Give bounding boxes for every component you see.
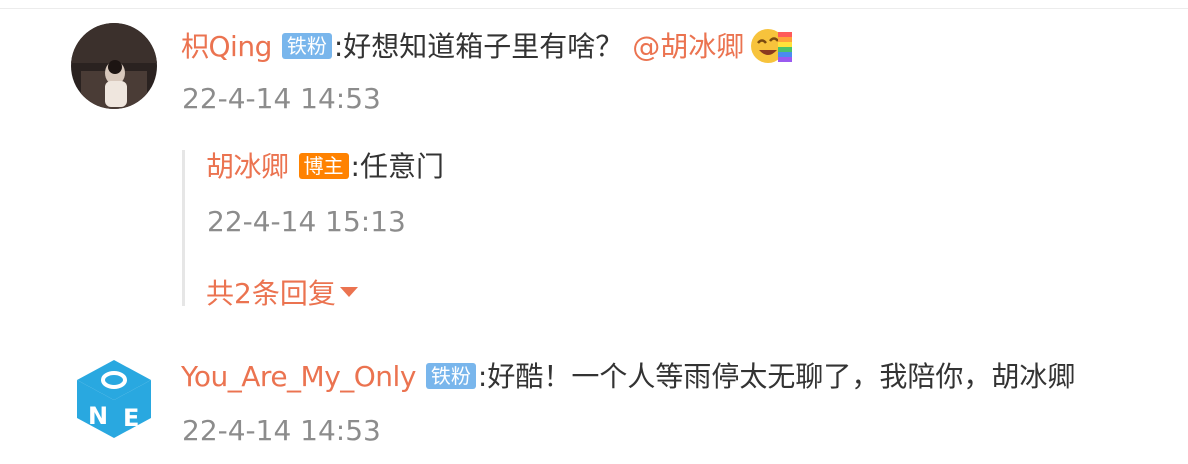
reply-text: :任意门 (350, 150, 444, 183)
comment-username[interactable]: 枳Qing (181, 30, 272, 63)
fan-badge: 铁粉 (281, 33, 332, 59)
svg-text:N: N (88, 402, 108, 430)
svg-text:E: E (123, 404, 139, 432)
more-replies-label: 共2条回复 (206, 277, 336, 310)
more-replies-link[interactable]: 共2条回复 (206, 277, 358, 311)
comment-timestamp: 22-4-14 14:53 (182, 82, 381, 115)
caret-down-icon (339, 287, 358, 297)
comment-text: :好想知道箱子里有啥？ (333, 30, 624, 63)
one-cube-logo-icon: N E (71, 354, 157, 440)
comment-timestamp: 22-4-14 14:53 (182, 414, 381, 447)
reply-timestamp: 22-4-14 15:13 (207, 205, 406, 238)
reply-line: 胡冰卿 博主:任意门 (206, 150, 444, 184)
comment-text: :好酷！一个人等雨停太无聊了，我陪你，胡冰卿 (477, 360, 1076, 393)
avatar-photo-icon (71, 23, 157, 109)
avatar[interactable]: N E (71, 354, 157, 440)
avatar[interactable] (71, 23, 157, 109)
author-badge: 博主 (298, 153, 349, 179)
laughing-face-emoji-icon (750, 26, 794, 74)
comment-username[interactable]: You_Are_My_Only (181, 360, 416, 393)
reply-quote-bar (182, 150, 185, 306)
comment-line: 枳Qing 铁粉:好想知道箱子里有啥？ @胡冰卿 (181, 26, 794, 74)
reply-username[interactable]: 胡冰卿 (206, 150, 289, 183)
mention-link[interactable]: @胡冰卿 (632, 30, 744, 63)
fan-badge: 铁粉 (425, 363, 476, 389)
top-divider (0, 0, 1188, 9)
comment-line: You_Are_My_Only 铁粉:好酷！一个人等雨停太无聊了，我陪你，胡冰卿 (181, 360, 1075, 394)
